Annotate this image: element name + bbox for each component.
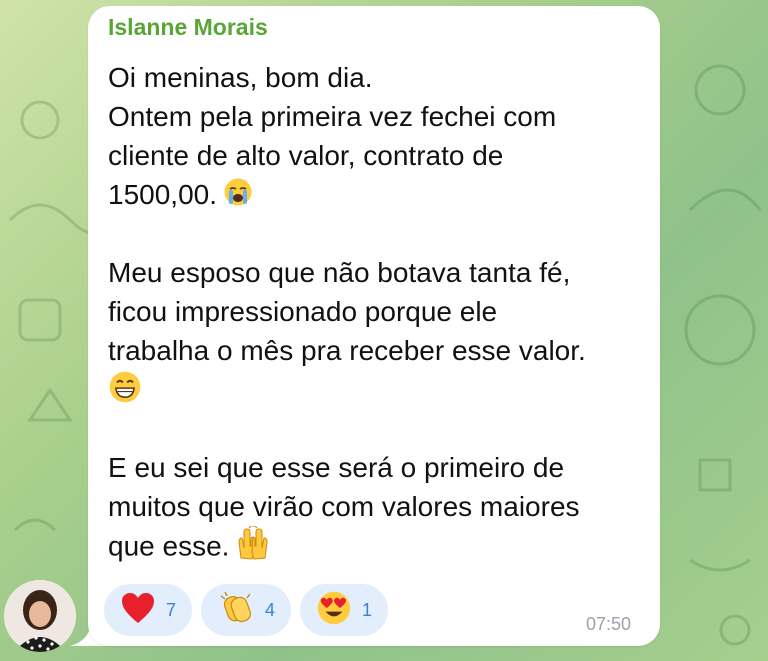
message-line: cliente de alto valor, contrato de (108, 136, 648, 175)
message-line-text: Oi meninas, bom dia. (108, 62, 373, 93)
grinning-face-emoji (108, 370, 142, 414)
reaction-count: 7 (166, 599, 177, 620)
message-line: Oi meninas, bom dia. (108, 58, 648, 97)
clapping-hands-icon (217, 590, 255, 631)
red-heart-icon (120, 591, 156, 630)
message-line-text: cliente de alto valor, contrato de (108, 140, 504, 171)
sender-name[interactable]: Islanne Morais (108, 14, 268, 41)
reaction-heart-eyes[interactable]: 1 (300, 584, 389, 636)
reaction-clap[interactable]: 4 (201, 584, 292, 636)
message-timestamp: 07:50 (586, 614, 632, 634)
sender-avatar[interactable] (4, 580, 76, 652)
message-line-text: trabalha o mês pra receber esse valor. (108, 335, 586, 366)
message-line: Ontem pela primeira vez fechei com (108, 97, 648, 136)
message-line: que esse. (108, 525, 648, 565)
message-line: Meu esposo que não botava tanta fé, (108, 253, 648, 292)
reaction-heart[interactable]: 7 (104, 584, 193, 636)
message-line: E eu sei que esse será o primeiro de (108, 448, 648, 487)
message-line: trabalha o mês pra receber esse valor. (108, 331, 648, 370)
message-line-text: muitos que virão com valores maiores (108, 491, 580, 522)
message-line-text: E eu sei que esse será o primeiro de (108, 452, 565, 483)
message-line-text: ficou impressionado porque ele (108, 296, 498, 327)
message-line-text: Ontem pela primeira vez fechei com (108, 101, 557, 132)
message-line: 1500,00. (108, 175, 648, 214)
heart-eyes-icon (316, 590, 352, 631)
message-line (108, 214, 648, 253)
reaction-count: 4 (265, 599, 276, 620)
crying-face-emoji (223, 177, 253, 217)
reaction-count: 1 (362, 599, 373, 620)
message-text: Oi meninas, bom dia. Ontem pela primeira… (108, 58, 648, 565)
message-line (108, 370, 648, 409)
reactions-bar: 7 4 1 (104, 584, 389, 636)
message-line: muitos que virão com valores maiores (108, 487, 648, 526)
message-line: ficou impressionado porque ele (108, 292, 648, 331)
message-line-text: Meu esposo que não botava tanta fé, (108, 257, 571, 288)
message-line-text: que esse. (108, 530, 230, 562)
message-line (108, 409, 648, 448)
avatar-photo (4, 580, 76, 652)
raising-hands-emoji (235, 525, 271, 570)
message-line-text: 1500,00. (108, 179, 217, 210)
